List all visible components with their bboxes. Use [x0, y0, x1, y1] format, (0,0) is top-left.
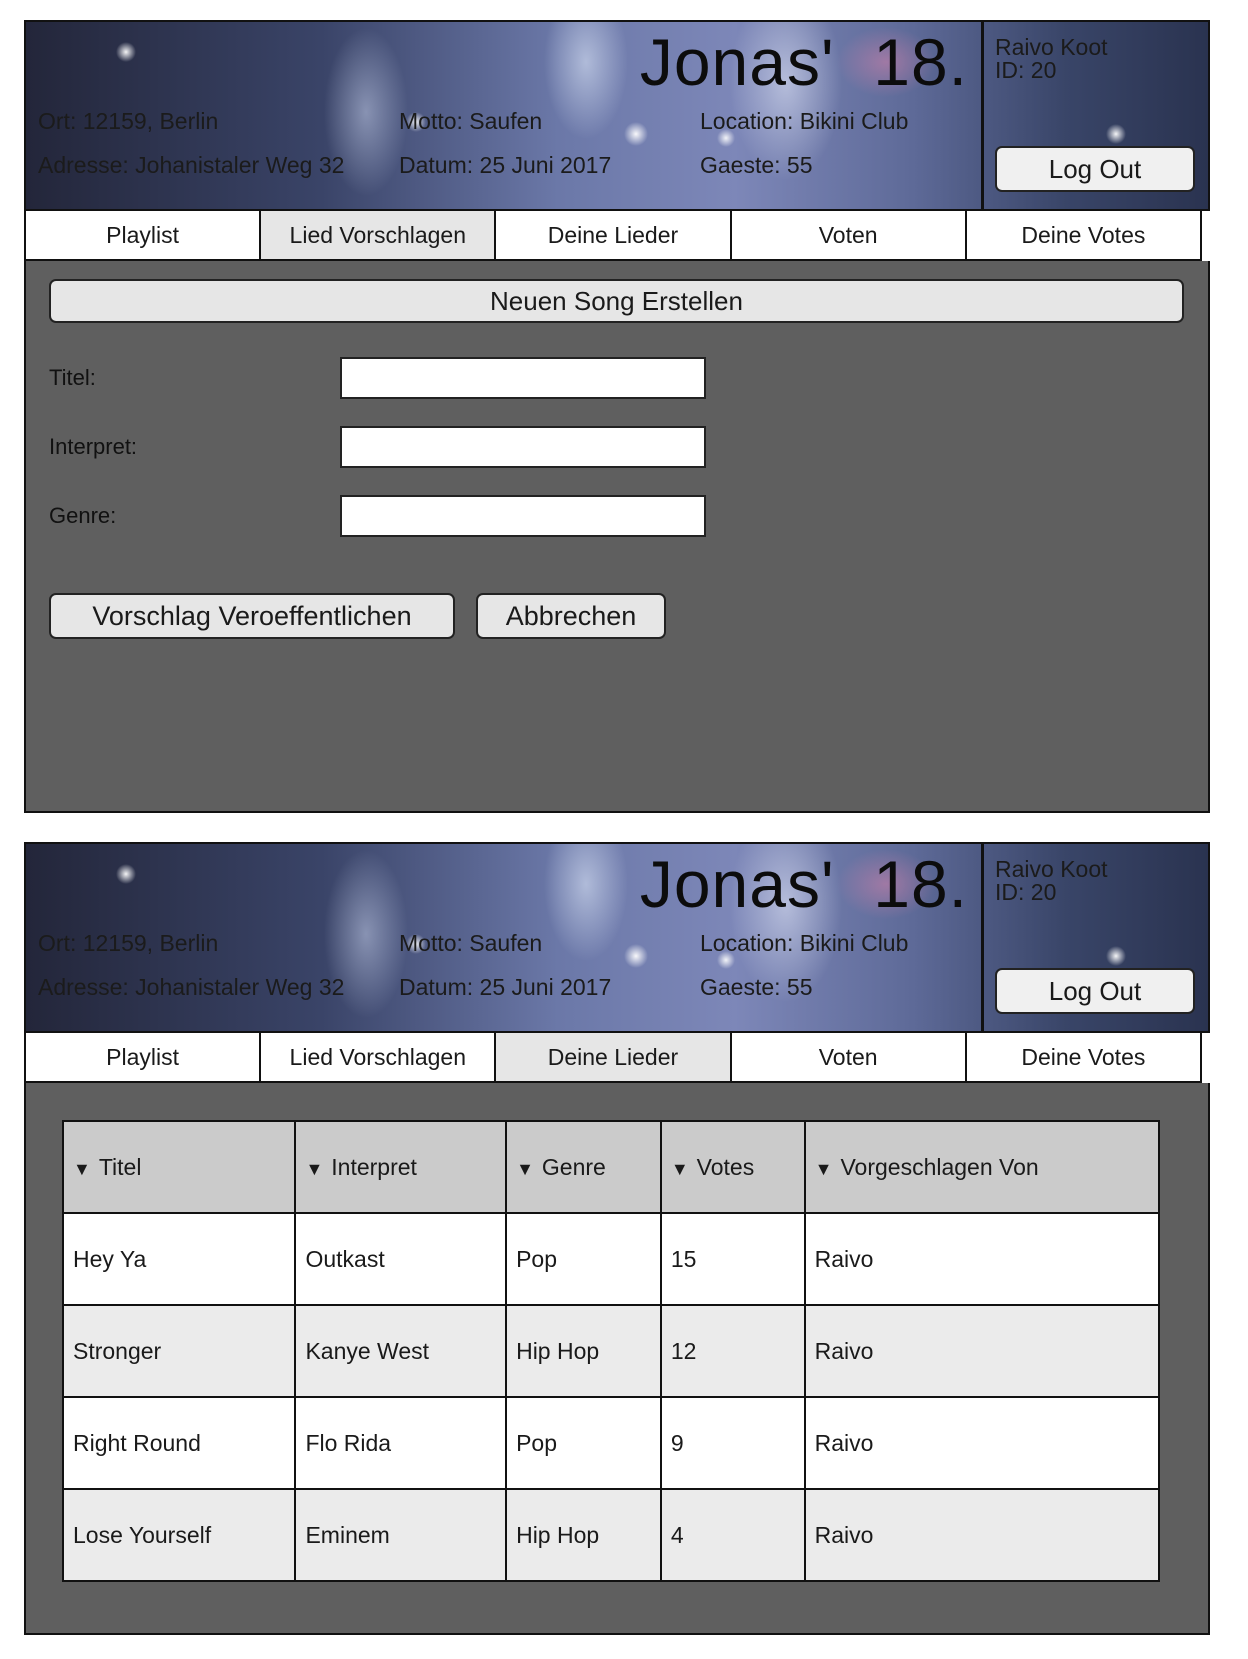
user-name: Raivo Koot: [995, 856, 1108, 882]
cell-vorgeschlagen-von: Raivo: [803, 1304, 1161, 1398]
cell-interpret: Outkast: [294, 1212, 508, 1306]
event-adresse: Adresse: Johanistaler Weg 32: [38, 974, 345, 1000]
cell-titel: Hey Ya: [61, 1212, 297, 1306]
event-motto: Motto: Saufen: [399, 930, 543, 956]
event-ort: Ort: 12159, Berlin: [38, 108, 219, 134]
logout-button[interactable]: Log Out: [995, 146, 1195, 192]
cell-interpret: Flo Rida: [294, 1396, 508, 1490]
cell-genre: Hip Hop: [505, 1304, 662, 1398]
event-adresse: Adresse: Johanistaler Weg 32: [38, 152, 345, 178]
header-divider: [981, 844, 984, 1031]
interpret-input[interactable]: [340, 426, 706, 468]
tab-deine-lieder[interactable]: Deine Lieder: [494, 211, 732, 261]
cell-vorgeschlagen-von: Raivo: [803, 1212, 1161, 1306]
event-location: Location: Bikini Club: [700, 108, 909, 134]
table-row[interactable]: Lose Yourself Eminem Hip Hop 4 Raivo: [61, 1488, 1161, 1582]
table-row[interactable]: Right Round Flo Rida Pop 9 Raivo: [61, 1396, 1161, 1490]
event-location: Location: Bikini Club: [700, 930, 909, 956]
table-row[interactable]: Hey Ya Outkast Pop 15 Raivo: [61, 1212, 1161, 1306]
cell-genre: Hip Hop: [505, 1488, 662, 1582]
create-song-button[interactable]: Neuen Song Erstellen: [49, 279, 1184, 323]
sort-down-icon: ▼: [814, 1158, 833, 1179]
column-header-genre[interactable]: ▼ Genre: [505, 1120, 662, 1214]
tab-lied-vorschlagen[interactable]: Lied Vorschlagen: [259, 211, 497, 261]
cell-votes: 12: [659, 1304, 806, 1398]
cell-titel: Lose Yourself: [61, 1488, 297, 1582]
genre-label: Genre:: [49, 503, 117, 528]
tab-bar: Playlist Lied Vorschlagen Deine Lieder V…: [24, 211, 1210, 261]
cell-votes: 9: [659, 1396, 806, 1490]
event-title: Jonas' 18.: [639, 25, 968, 99]
event-ort: Ort: 12159, Berlin: [38, 930, 219, 956]
event-header: Jonas' 18. Ort: 12159, Berlin Adresse: J…: [24, 20, 1210, 211]
screen-lied-vorschlagen: Jonas' 18. Ort: 12159, Berlin Adresse: J…: [24, 20, 1210, 813]
table-header-row: ▼ Titel ▼ Interpret ▼ Genre ▼ Votes ▼ Vorgesc…: [61, 1120, 1161, 1214]
sort-down-icon: ▼: [516, 1158, 534, 1179]
logout-button[interactable]: Log Out: [995, 968, 1195, 1014]
screen-deine-lieder: Jonas' 18. Ort: 12159, Berlin Adresse: J…: [24, 842, 1210, 1635]
suggest-song-panel: Neuen Song Erstellen Titel: Interpret: G…: [24, 261, 1210, 813]
column-header-vorgeschlagen-von[interactable]: ▼ Vorgeschlagen Von: [803, 1120, 1161, 1214]
interpret-label: Interpret:: [49, 434, 138, 459]
tab-deine-votes[interactable]: Deine Votes: [964, 211, 1202, 261]
cell-genre: Pop: [505, 1396, 662, 1490]
tab-deine-votes[interactable]: Deine Votes: [964, 1033, 1202, 1083]
tab-deine-lieder[interactable]: Deine Lieder: [494, 1033, 732, 1083]
cell-interpret: Eminem: [294, 1488, 508, 1582]
tab-playlist[interactable]: Playlist: [24, 1033, 262, 1083]
cell-interpret: Kanye West: [294, 1304, 508, 1398]
cancel-button[interactable]: Abbrechen: [476, 593, 666, 639]
genre-input[interactable]: [340, 495, 706, 537]
user-id: ID: 20: [995, 57, 1057, 83]
cell-vorgeschlagen-von: Raivo: [803, 1396, 1161, 1490]
event-datum: Datum: 25 Juni 2017: [399, 152, 612, 178]
cell-votes: 15: [659, 1212, 806, 1306]
event-title: Jonas' 18.: [639, 847, 968, 921]
user-name: Raivo Koot: [995, 34, 1108, 60]
sort-down-icon: ▼: [670, 1158, 689, 1179]
titel-input[interactable]: [340, 357, 706, 399]
event-motto: Motto: Saufen: [399, 108, 543, 134]
column-header-interpret[interactable]: ▼ Interpret: [294, 1120, 508, 1214]
titel-label: Titel:: [49, 365, 96, 390]
event-datum: Datum: 25 Juni 2017: [399, 974, 612, 1000]
user-id: ID: 20: [995, 879, 1057, 905]
event-gaeste: Gaeste: 55: [700, 974, 813, 1000]
tab-bar: Playlist Lied Vorschlagen Deine Lieder V…: [24, 1033, 1210, 1083]
event-gaeste: Gaeste: 55: [700, 152, 813, 178]
publish-suggestion-button[interactable]: Vorschlag Veroeffentlichen: [49, 593, 455, 639]
tab-voten[interactable]: Voten: [729, 211, 967, 261]
sort-down-icon: ▼: [73, 1158, 91, 1179]
header-divider: [981, 22, 984, 209]
songs-table: ▼ Titel ▼ Interpret ▼ Genre ▼ Votes ▼ Vorgesc…: [61, 1120, 1161, 1582]
table-row[interactable]: Stronger Kanye West Hip Hop 12 Raivo: [61, 1304, 1161, 1398]
column-header-votes[interactable]: ▼ Votes: [659, 1120, 806, 1214]
tab-lied-vorschlagen[interactable]: Lied Vorschlagen: [259, 1033, 497, 1083]
cell-vorgeschlagen-von: Raivo: [803, 1488, 1161, 1582]
tab-voten[interactable]: Voten: [729, 1033, 967, 1083]
my-songs-panel: ▼ Titel ▼ Interpret ▼ Genre ▼ Votes ▼ Vorgesc…: [24, 1083, 1210, 1635]
cell-titel: Stronger: [61, 1304, 297, 1398]
cell-votes: 4: [659, 1488, 806, 1582]
column-header-titel[interactable]: ▼ Titel: [61, 1120, 297, 1214]
tab-playlist[interactable]: Playlist: [24, 211, 262, 261]
event-header: Jonas' 18. Ort: 12159, Berlin Adresse: J…: [24, 842, 1210, 1033]
cell-genre: Pop: [505, 1212, 662, 1306]
cell-titel: Right Round: [61, 1396, 297, 1490]
sort-down-icon: ▼: [305, 1158, 324, 1179]
